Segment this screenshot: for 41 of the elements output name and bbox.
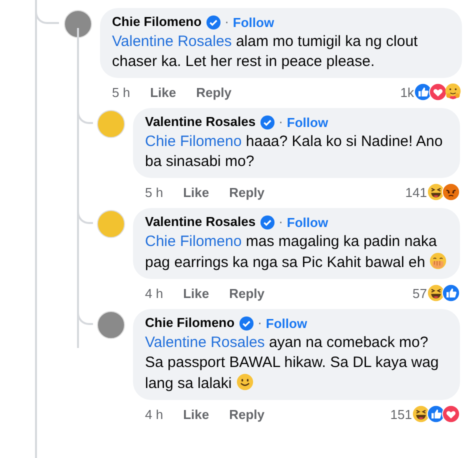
- author-name[interactable]: Chie Filomeno: [112, 13, 202, 31]
- face-with-hand-over-mouth-icon: [429, 252, 448, 270]
- author-name[interactable]: Valentine Rosales: [145, 213, 256, 231]
- separator-dot: ·: [224, 13, 229, 31]
- separator-dot: ·: [278, 213, 283, 231]
- hugging-face-reaction-icon: [444, 83, 462, 101]
- smiling-face-icon: [236, 373, 254, 391]
- author-name[interactable]: Chie Filomeno: [145, 314, 235, 332]
- follow-button[interactable]: Follow: [286, 214, 328, 230]
- comment-text: Valentine Rosales alam mo tumigil ka ng clout chaser ka. Let her rest in peace please.: [112, 32, 419, 72]
- reaction-count[interactable]: 1k: [400, 84, 414, 100]
- comment-text: Chie Filomeno haaa? Kala ko si Nadine! Ano ba sinasabi mo?: [145, 132, 444, 172]
- comment-text: Valentine Rosales ayan na comeback mo? Sa passport BAWAL hikaw. Sa DL kaya wag lang sa lalaki: [145, 333, 440, 394]
- angry-face-reaction-icon: [442, 183, 460, 201]
- reply-button[interactable]: Reply: [229, 184, 264, 200]
- reply-button[interactable]: Reply: [196, 84, 232, 100]
- timestamp[interactable]: 4 h: [145, 286, 164, 300]
- separator-dot: ·: [278, 113, 283, 131]
- separator-dot: ·: [258, 314, 262, 332]
- like-button[interactable]: Like: [183, 406, 210, 422]
- reaction-count[interactable]: 141: [405, 184, 427, 200]
- like-button[interactable]: Like: [183, 286, 210, 300]
- avatar[interactable]: [64, 10, 92, 38]
- heart-reaction-icon: [442, 405, 460, 423]
- follow-button[interactable]: Follow: [286, 114, 328, 130]
- like-button[interactable]: Like: [150, 84, 176, 100]
- heart-reaction-icon: [429, 83, 447, 101]
- reaction-count[interactable]: 57: [412, 286, 427, 300]
- follow-button[interactable]: Follow: [232, 14, 274, 30]
- like-button[interactable]: Like: [183, 184, 210, 200]
- author-name[interactable]: Valentine Rosales: [145, 113, 256, 131]
- timestamp[interactable]: 4 h: [145, 406, 164, 422]
- like-reaction-icon: [442, 284, 460, 302]
- avatar[interactable]: [97, 311, 125, 339]
- timestamp[interactable]: 5 h: [112, 84, 130, 100]
- follow-button[interactable]: Follow: [266, 316, 308, 330]
- reply-button[interactable]: Reply: [229, 406, 264, 422]
- timestamp[interactable]: 5 h: [145, 184, 164, 200]
- reply-button[interactable]: Reply: [229, 286, 264, 300]
- comment-text: Chie Filomeno mas magaling ka padin naka pag earrings ka nga sa Pic Kahit bawal eh: [145, 232, 448, 273]
- reaction-count[interactable]: 151: [390, 406, 412, 422]
